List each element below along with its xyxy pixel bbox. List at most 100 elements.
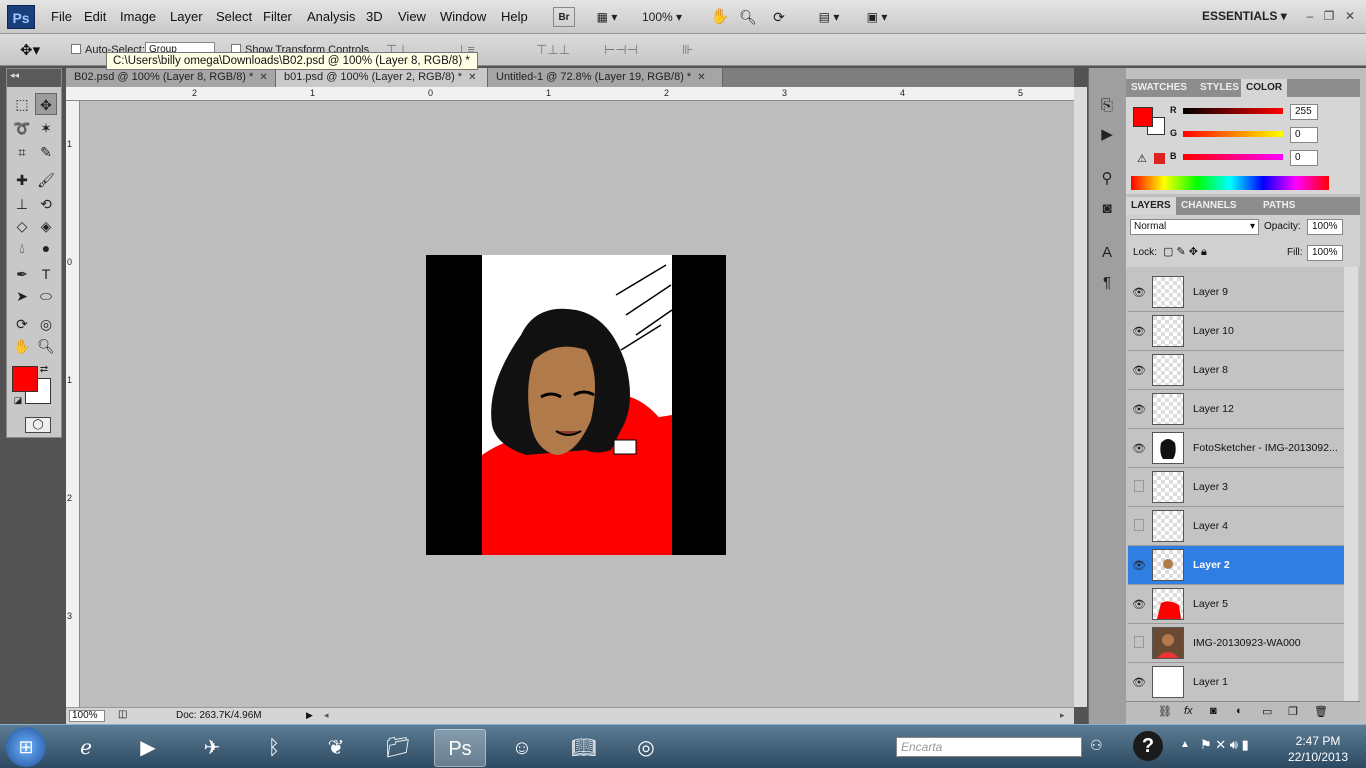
menu-file[interactable]: File bbox=[51, 9, 72, 24]
visibility-eye-icon[interactable]: 👁︎ bbox=[1131, 676, 1147, 689]
photoshop-logo[interactable]: Ps bbox=[7, 5, 35, 29]
menu-layer[interactable]: Layer bbox=[170, 9, 203, 24]
marquee-tool-icon[interactable]: ⬚ bbox=[11, 93, 33, 115]
new-layer-icon[interactable]: ❐ bbox=[1288, 705, 1298, 718]
brush-tool-icon[interactable]: 🖌︎ bbox=[35, 169, 57, 191]
leaf-app-icon[interactable]: ❦ bbox=[310, 729, 362, 767]
taskbar-clock[interactable]: 2:47 PM 22/10/2013 bbox=[1283, 733, 1353, 765]
tab-swatches[interactable]: SWATCHES bbox=[1126, 79, 1192, 97]
visibility-eye-icon[interactable]: 👁︎ bbox=[1131, 442, 1147, 455]
lasso-tool-icon[interactable]: ➰ bbox=[11, 117, 33, 139]
layer-row[interactable]: 👁︎ Layer 8 bbox=[1128, 351, 1344, 390]
path-selection-tool-icon[interactable]: ➤ bbox=[11, 285, 33, 307]
paint-bucket-tool-icon[interactable]: ◈ bbox=[35, 215, 57, 237]
visibility-toggle[interactable] bbox=[1134, 636, 1144, 648]
rotate-view-icon[interactable]: ⟳ bbox=[768, 7, 790, 27]
layers-scrollbar[interactable] bbox=[1344, 267, 1358, 701]
visibility-eye-icon[interactable]: 👁︎ bbox=[1131, 403, 1147, 416]
internet-explorer-icon[interactable]: ℯ bbox=[60, 729, 112, 767]
tab-untitled-1[interactable]: Untitled-1 @ 72.8% (Layer 19, RGB/8) * ✕ bbox=[488, 68, 723, 87]
start-button[interactable]: ⊞ bbox=[6, 727, 46, 767]
horizontal-ruler[interactable]: 2 1 0 1 2 3 4 5 bbox=[66, 87, 1074, 101]
3d-orbit-tool-icon[interactable]: ◎ bbox=[35, 313, 57, 335]
photoshop-taskbar-icon[interactable]: Ps bbox=[434, 729, 486, 767]
encarta-icon[interactable]: 📖︎ bbox=[558, 729, 610, 767]
layer-row[interactable]: 👁︎ Layer 10 bbox=[1128, 312, 1344, 351]
layer-row[interactable]: Layer 3 bbox=[1128, 468, 1344, 507]
magic-wand-tool-icon[interactable]: ✶ bbox=[35, 117, 57, 139]
visibility-eye-icon[interactable]: 👁︎ bbox=[1131, 286, 1147, 299]
close-button[interactable]: ✕ bbox=[1342, 8, 1358, 24]
tray-icons[interactable]: ⚑ ✕ 🔊︎ ▮ bbox=[1200, 737, 1249, 753]
camera-app-icon[interactable]: ◎ bbox=[620, 729, 672, 767]
menu-3d[interactable]: 3D bbox=[366, 9, 383, 24]
scroll-right-icon[interactable]: ▸ bbox=[1060, 710, 1065, 721]
zoom-level-dropdown[interactable]: 100% ▾ bbox=[636, 7, 688, 27]
adjustment-layer-icon[interactable]: ◐ bbox=[1236, 705, 1243, 717]
link-layers-icon[interactable]: ⛓ bbox=[1158, 705, 1172, 718]
layer-row[interactable]: 👁︎ Layer 12 bbox=[1128, 390, 1344, 429]
eraser-tool-icon[interactable]: ◇ bbox=[11, 215, 33, 237]
lock-pixels-icon[interactable]: ▢ ✎ ✥ 🔒︎ bbox=[1163, 245, 1207, 259]
new-group-icon[interactable]: ▭ bbox=[1262, 705, 1272, 718]
zoom-icon[interactable]: 🔍︎ bbox=[738, 7, 758, 27]
menu-view[interactable]: View bbox=[398, 9, 426, 24]
g-slider[interactable] bbox=[1183, 131, 1283, 137]
menu-image[interactable]: Image bbox=[120, 9, 156, 24]
tray-network-icon[interactable]: ⚇ bbox=[1090, 737, 1103, 754]
eyedropper-tool-icon[interactable]: ✎ bbox=[35, 141, 57, 163]
layer-style-icon[interactable]: fx bbox=[1184, 705, 1193, 717]
tab-paths[interactable]: PATHS bbox=[1258, 197, 1300, 215]
auto-align-icon[interactable]: ⊪ bbox=[682, 42, 693, 58]
distribute-vertical-icon[interactable]: ⊤⊥⊥ bbox=[536, 42, 570, 58]
paragraph-panel-icon[interactable]: ¶ bbox=[1096, 272, 1118, 294]
menu-filter[interactable]: Filter bbox=[263, 9, 292, 24]
layer-row[interactable]: 👁︎ FotoSketcher - IMG-2013092... bbox=[1128, 429, 1344, 468]
g-value[interactable]: 0 bbox=[1290, 127, 1318, 143]
color-spectrum[interactable] bbox=[1131, 176, 1329, 190]
opacity-field[interactable]: 100% bbox=[1307, 219, 1343, 235]
restore-button[interactable]: ❐ bbox=[1321, 8, 1337, 24]
3d-rotate-tool-icon[interactable]: ⟳ bbox=[11, 313, 33, 335]
history-brush-tool-icon[interactable]: ⟲ bbox=[35, 193, 57, 215]
visibility-eye-icon[interactable]: 👁︎ bbox=[1131, 598, 1147, 611]
document-canvas[interactable] bbox=[426, 255, 726, 555]
move-tool-preset-icon[interactable]: ✥▾ bbox=[20, 41, 40, 59]
show-hidden-icons[interactable]: ▲ bbox=[1180, 739, 1190, 750]
layer-row[interactable]: 👁︎ Layer 9 bbox=[1128, 273, 1344, 312]
dodge-tool-icon[interactable]: ● bbox=[35, 237, 57, 259]
bluetooth-icon[interactable]: ᛒ bbox=[248, 729, 300, 767]
visibility-eye-icon[interactable]: 👁︎ bbox=[1131, 325, 1147, 338]
minimize-button[interactable]: – bbox=[1302, 8, 1318, 24]
character-panel-icon[interactable]: A bbox=[1096, 242, 1118, 264]
app-icon[interactable]: ✈ bbox=[186, 729, 238, 767]
tab-b02[interactable]: B02.psd @ 100% (Layer 8, RGB/8) * ✕ bbox=[66, 68, 276, 87]
bridge-button[interactable]: Br bbox=[553, 7, 575, 27]
visibility-toggle[interactable] bbox=[1134, 480, 1144, 492]
menu-analysis[interactable]: Analysis bbox=[307, 9, 355, 24]
hand-tool-icon[interactable]: ✋ bbox=[11, 335, 33, 357]
layer-row[interactable]: IMG-20130923-WA000 bbox=[1128, 624, 1344, 663]
panel-fg-swatch[interactable] bbox=[1133, 107, 1153, 127]
visibility-toggle[interactable] bbox=[1134, 519, 1144, 531]
quick-mask-icon[interactable]: ◯ bbox=[25, 417, 51, 433]
close-icon[interactable]: ✕ bbox=[259, 72, 267, 83]
layer-row[interactable]: Layer 4 bbox=[1128, 507, 1344, 546]
foreground-color-swatch[interactable] bbox=[12, 366, 38, 392]
layer-row[interactable]: 👁︎ Layer 1 bbox=[1128, 663, 1344, 702]
adjustments-panel-icon[interactable]: ⚲ bbox=[1096, 168, 1118, 190]
distribute-horizontal-icon[interactable]: ⊢⊣⊣ bbox=[604, 42, 638, 58]
blur-tool-icon[interactable]: 💧︎ bbox=[11, 237, 33, 259]
screen-mode-icon[interactable]: ▣ ▾ bbox=[860, 7, 894, 27]
tab-b01[interactable]: b01.psd @ 100% (Layer 2, RGB/8) * ✕ bbox=[276, 68, 488, 87]
tab-styles[interactable]: STYLES bbox=[1195, 79, 1244, 97]
view-extras-icon[interactable]: ▦ ▾ bbox=[590, 7, 624, 27]
masks-panel-icon[interactable]: ◙ bbox=[1096, 198, 1118, 220]
healing-brush-tool-icon[interactable]: ✚ bbox=[11, 169, 33, 191]
yahoo-messenger-icon[interactable]: ☺ bbox=[496, 729, 548, 767]
toolbox-header[interactable]: ◂◂ bbox=[7, 69, 61, 87]
hand-icon[interactable]: ✋ bbox=[710, 7, 730, 27]
scroll-left-icon[interactable]: ◂ bbox=[324, 710, 329, 721]
menu-select[interactable]: Select bbox=[216, 9, 252, 24]
zoom-tool-icon[interactable]: 🔍︎ bbox=[35, 335, 57, 357]
